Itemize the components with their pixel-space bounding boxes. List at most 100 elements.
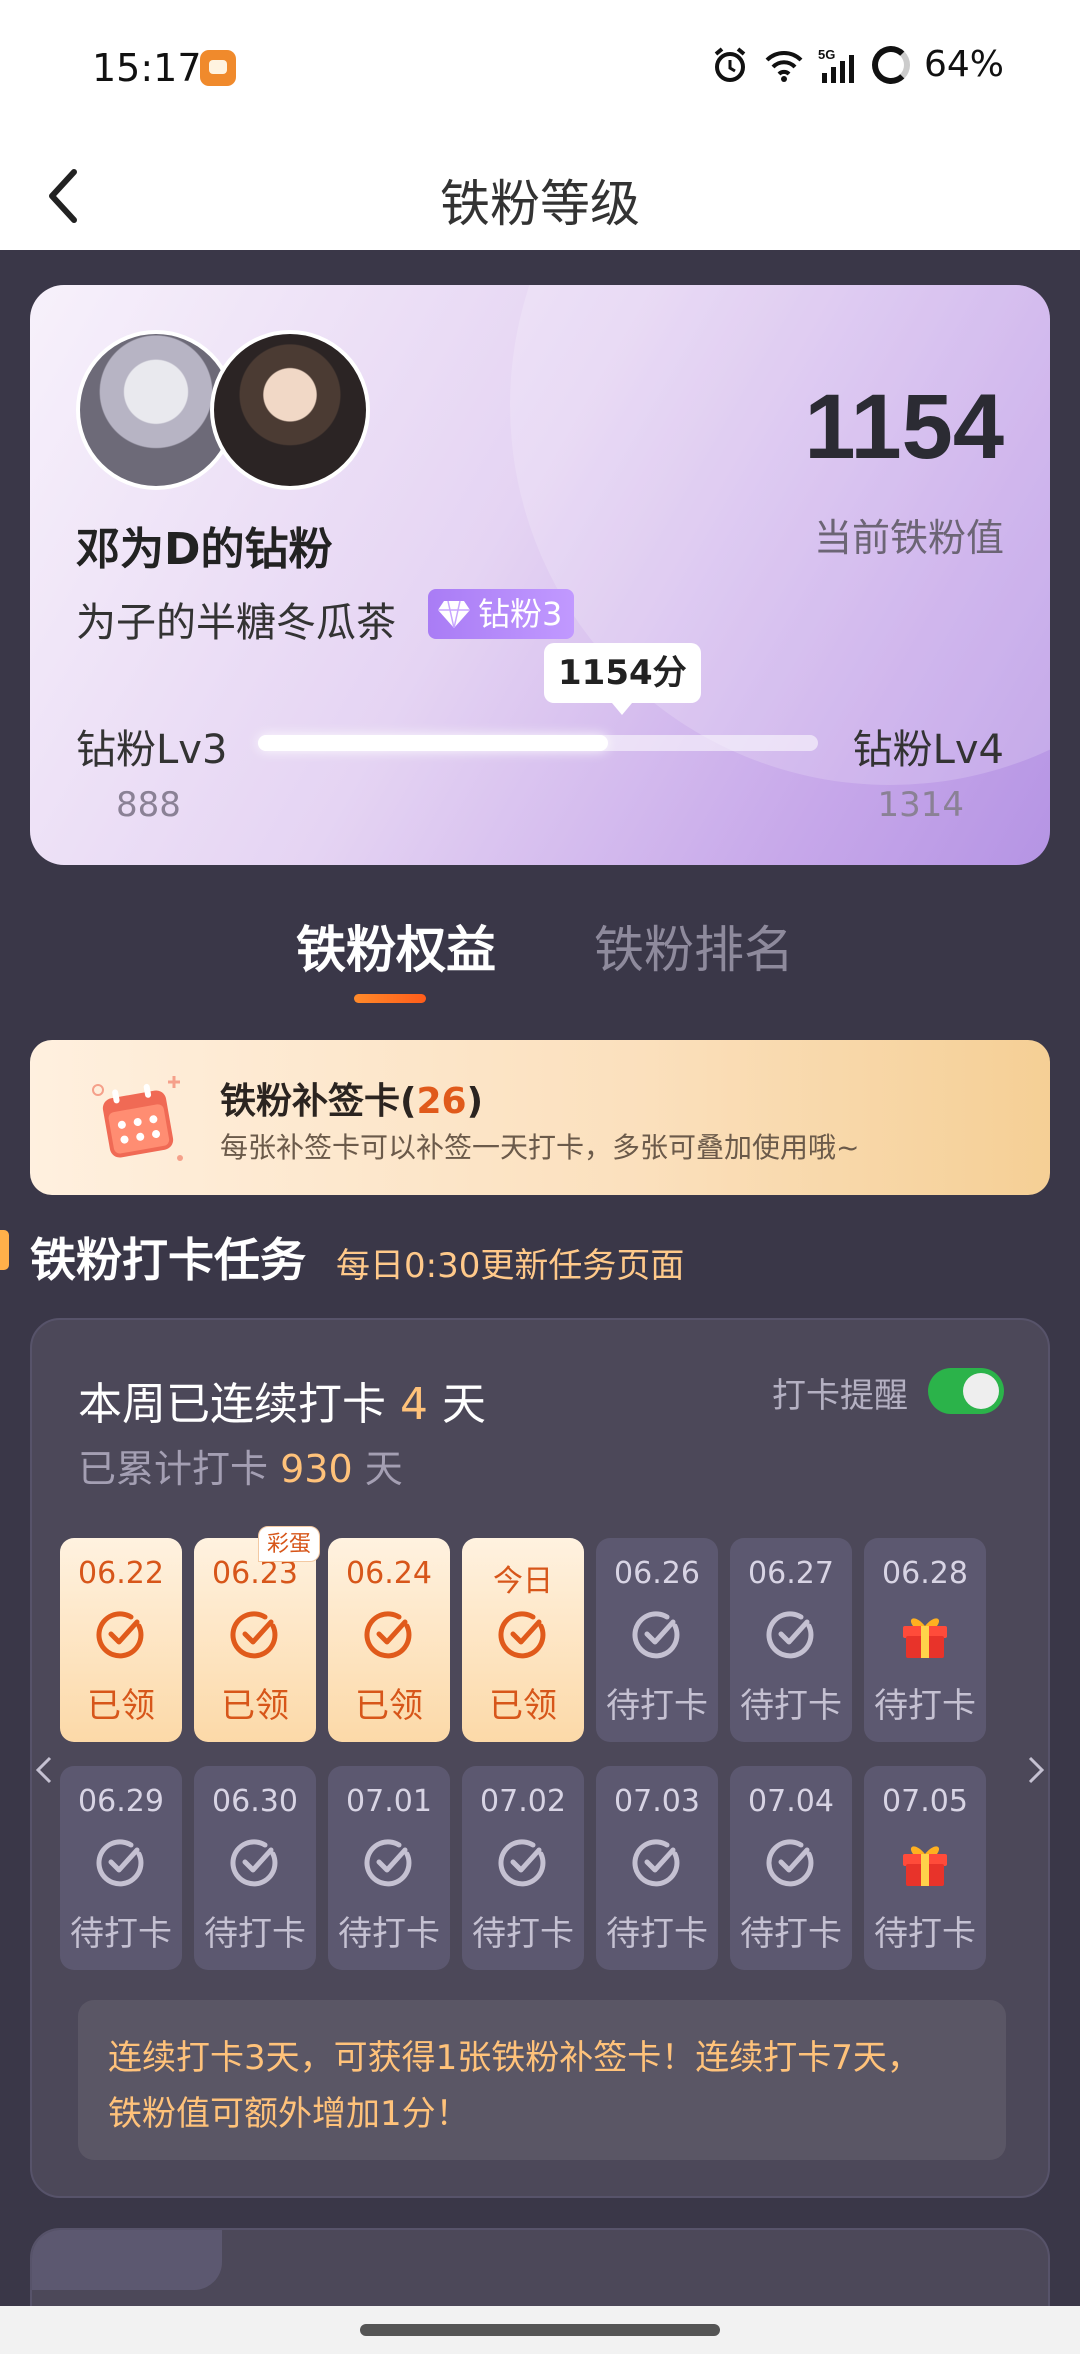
checkin-day-date: 06.22 — [78, 1556, 164, 1591]
wifi-icon — [765, 50, 803, 82]
5g-signal-icon: 5G — [818, 47, 854, 83]
checkin-day-tile[interactable]: 07.05 待打卡 — [864, 1766, 986, 1970]
checkin-card: 本周已连续打卡 4 天 已累计打卡 930 天 打卡提醒 06.22 已领 06.2… — [30, 1318, 1050, 2198]
check-circle-icon — [361, 1606, 417, 1662]
chevron-left-icon[interactable] — [24, 1740, 64, 1800]
weekly-streak-days: 4 — [400, 1379, 428, 1430]
checkin-day-status: 已领 — [355, 1686, 423, 1726]
check-circle-icon — [495, 1834, 551, 1890]
checkin-day-status: 待打卡 — [338, 1914, 440, 1954]
gift-icon — [897, 1834, 953, 1890]
battery-percent: 64% — [923, 44, 1004, 85]
checkin-day-date: 07.03 — [614, 1784, 700, 1819]
checkin-day-date: 06.27 — [748, 1556, 834, 1591]
app-notification-icon — [200, 50, 236, 86]
fan-score-label: 当前铁粉值 — [813, 516, 1004, 560]
checkin-day-tile[interactable]: 06.24 已领 — [328, 1538, 450, 1742]
supplement-card-count: 26 — [416, 1081, 467, 1122]
gesture-bar — [0, 2306, 1080, 2354]
next-section-tab — [32, 2230, 222, 2290]
svg-text:5G: 5G — [818, 47, 835, 62]
check-circle-icon — [763, 1606, 819, 1662]
tab-fan-ranking[interactable]: 铁粉排名 — [594, 910, 794, 982]
reminder-label: 打卡提醒 — [772, 1376, 908, 1416]
checkin-day-tile[interactable]: 07.03 待打卡 — [596, 1766, 718, 1970]
check-circle-icon — [361, 1834, 417, 1890]
chevron-right-icon[interactable] — [1016, 1740, 1056, 1800]
checkin-day-tile[interactable]: 06.26 待打卡 — [596, 1538, 718, 1742]
battery-ring-icon — [871, 45, 910, 84]
check-circle-icon — [629, 1834, 685, 1890]
checkin-rules-line: 连续打卡3天，可获得1张铁粉补签卡！连续打卡7天， — [108, 2038, 921, 2078]
checkin-day-date: 07.01 — [346, 1784, 432, 1819]
checkin-day-status: 待打卡 — [874, 1686, 976, 1726]
checkin-day-tile[interactable]: 07.01 待打卡 — [328, 1766, 450, 1970]
checkin-day-tile[interactable]: 06.23 已领 彩蛋 — [194, 1526, 320, 1742]
checkin-day-tile[interactable]: 06.27 待打卡 — [730, 1538, 852, 1742]
page-title: 铁粉等级 — [440, 175, 640, 233]
nav-bar: 铁粉等级 — [0, 140, 1080, 250]
checkin-day-tile[interactable]: 07.04 待打卡 — [730, 1766, 852, 1970]
checkin-day-status: 已领 — [489, 1686, 557, 1726]
checkin-day-status: 已领 — [221, 1686, 289, 1726]
checkin-day-status: 待打卡 — [472, 1914, 574, 1954]
checkin-day-date: 07.05 — [882, 1784, 968, 1819]
status-time: 15:17 — [92, 46, 202, 90]
fan-level-badge-label: 钻粉3 — [478, 595, 563, 633]
home-indicator[interactable] — [360, 2324, 720, 2336]
checkin-day-status: 待打卡 — [606, 1686, 708, 1726]
fan-score: 1154 — [804, 376, 1004, 478]
calendar-icon — [92, 1076, 183, 1161]
level-progress-fill — [258, 735, 608, 751]
check-circle-icon — [227, 1606, 283, 1662]
checkin-day-status: 待打卡 — [740, 1914, 842, 1954]
check-circle-icon — [93, 1834, 149, 1890]
alarm-icon — [714, 46, 746, 82]
total-checkins-days: 930 — [280, 1447, 353, 1491]
level-from: 钻粉Lv3 — [76, 727, 228, 773]
checkin-day-status: 待打卡 — [740, 1686, 842, 1726]
gift-icon — [897, 1606, 953, 1662]
check-circle-icon — [495, 1606, 551, 1662]
check-circle-icon — [93, 1606, 149, 1662]
checkin-day-date: 06.30 — [212, 1784, 298, 1819]
avatar[interactable] — [210, 330, 370, 490]
supplement-card-description: 每张补签卡可以补签一天打卡，多张可叠加使用哦~ — [220, 1131, 860, 1164]
supplement-card-banner[interactable]: 铁粉补签卡(26) 每张补签卡可以补签一天打卡，多张可叠加使用哦~ — [30, 1040, 1050, 1195]
reminder-toggle[interactable] — [928, 1368, 1004, 1414]
checkin-day-tile[interactable]: 06.29 待打卡 — [60, 1766, 182, 1970]
checkin-day-date: 06.24 — [346, 1556, 432, 1591]
checkin-day-tile[interactable]: 07.02 待打卡 — [462, 1766, 584, 1970]
check-circle-icon — [227, 1834, 283, 1890]
easter-egg-badge: 彩蛋 — [257, 1526, 320, 1562]
status-icons: 5G 64% — [710, 44, 1004, 85]
level-from-value: 888 — [116, 785, 181, 825]
checkin-day-tile[interactable]: 06.22 已领 — [60, 1538, 182, 1742]
check-circle-icon — [629, 1606, 685, 1662]
checkin-day-status: 待打卡 — [606, 1914, 708, 1954]
total-checkins: 已累计打卡 930 天 — [78, 1447, 403, 1491]
checkin-rules-tip: 连续打卡3天，可获得1张铁粉补签卡！连续打卡7天， 铁粉值可额外增加1分！ — [78, 2000, 1006, 2160]
checkin-day-status: 待打卡 — [70, 1914, 172, 1954]
checkin-day-tile[interactable]: 06.30 待打卡 — [194, 1766, 316, 1970]
fan-level-card: 1154 当前铁粉值 邓为D的钻粉 为子的半糖冬瓜茶 钻粉3 钻粉Lv3 钻粉L… — [30, 285, 1050, 865]
checkin-day-date: 06.28 — [882, 1556, 968, 1591]
checkin-day-date: 07.02 — [480, 1784, 566, 1819]
level-progress-bar — [258, 735, 818, 751]
section-accent-bar — [0, 1230, 9, 1270]
checkin-day-tile[interactable]: 今日 已领 — [462, 1538, 584, 1742]
fan-nickname: 为子的半糖冬瓜茶 — [76, 600, 396, 646]
checkin-day-tile[interactable]: 06.28 待打卡 — [864, 1538, 986, 1742]
diamond-icon — [438, 600, 470, 629]
check-circle-icon — [763, 1834, 819, 1890]
level-to: 钻粉Lv4 — [852, 727, 1004, 773]
checkin-day-date: 06.29 — [78, 1784, 164, 1819]
weekly-streak: 本周已连续打卡 4 天 — [78, 1379, 486, 1430]
tab-fan-benefits[interactable]: 铁粉权益 — [296, 910, 496, 982]
level-to-value: 1314 — [877, 785, 964, 825]
fan-name: 邓为D的钻粉 — [76, 524, 333, 575]
section-title: 铁粉打卡任务 — [30, 1233, 306, 1287]
checkin-day-date: 06.26 — [614, 1556, 700, 1591]
checkin-rules-line: 铁粉值可额外增加1分！ — [108, 2094, 470, 2134]
checkin-day-status: 待打卡 — [204, 1914, 306, 1954]
